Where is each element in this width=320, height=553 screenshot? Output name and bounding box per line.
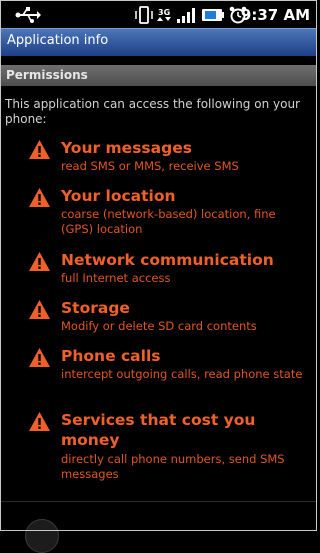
permission-title: Your location — [61, 187, 176, 205]
section-title: Permissions — [6, 68, 88, 82]
svg-text:3G: 3G — [158, 8, 170, 17]
permission-title: Network communication — [61, 251, 274, 269]
permissions-section-header: Permissions — [1, 65, 316, 86]
permission-title: Phone calls — [61, 347, 161, 365]
warning-icon — [29, 140, 50, 159]
permission-description: intercept outgoing calls, read phone sta… — [61, 367, 303, 381]
title-bar: Application info — [1, 28, 316, 56]
permission-title: Services that cost you money — [61, 411, 256, 449]
battery-icon — [202, 9, 224, 21]
permission-title: Your messages — [61, 139, 192, 157]
permission-description: read SMS or MMS, receive SMS — [61, 159, 239, 173]
permission-description: directly call phone numbers, send SMS me… — [61, 452, 285, 481]
permissions-intro: This application can access the followin… — [5, 97, 300, 126]
page-title: Application info — [7, 33, 109, 48]
permission-title: Storage — [61, 299, 130, 317]
signal-icon — [177, 8, 195, 23]
data-3g-icon: 3G — [157, 8, 171, 21]
permission-description: coarse (network-based) location, fine (G… — [61, 207, 276, 236]
permission-description: full Internet access — [61, 271, 171, 285]
warning-icon — [29, 348, 50, 367]
divider — [1, 501, 316, 502]
vibrate-icon — [135, 6, 153, 24]
warning-icon — [29, 252, 50, 271]
permission-description: Modify or delete SD card contents — [61, 319, 257, 333]
warning-icon — [29, 300, 50, 319]
status-bar: 3G 9:37 AM — [1, 1, 316, 28]
warning-icon — [29, 188, 50, 207]
bottom-button[interactable] — [25, 519, 59, 553]
usb-icon — [15, 7, 41, 23]
clock: 9:37 AM — [240, 6, 310, 24]
warning-icon — [29, 412, 50, 431]
status-icons: 3G — [134, 5, 248, 25]
